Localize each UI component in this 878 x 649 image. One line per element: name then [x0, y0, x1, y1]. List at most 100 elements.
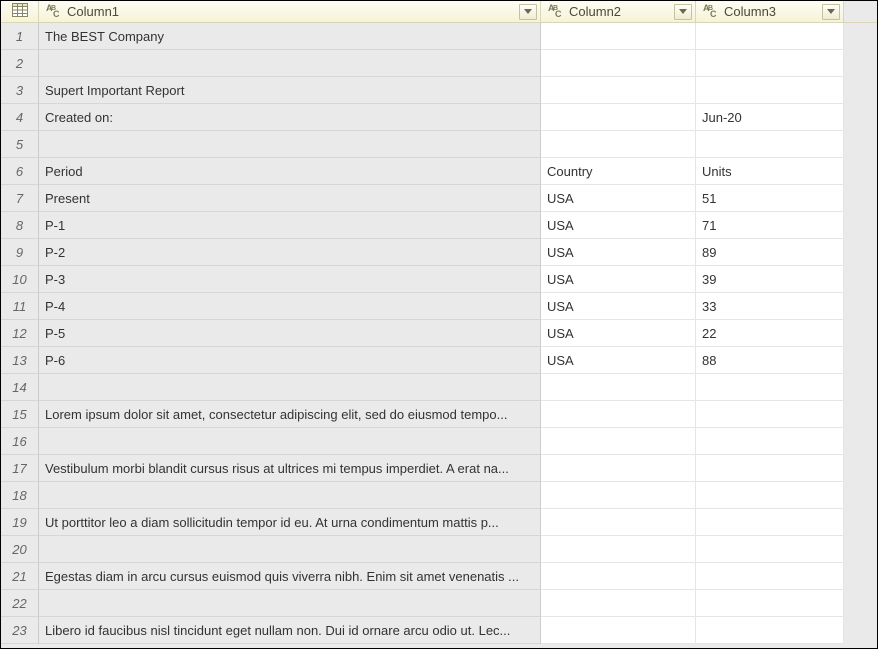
- cell-c2[interactable]: [541, 590, 696, 617]
- table-row[interactable]: 13P-6USA88: [1, 347, 877, 374]
- cell-c1[interactable]: P-5: [39, 320, 541, 347]
- cell-c2[interactable]: USA: [541, 185, 696, 212]
- cell-c2[interactable]: [541, 50, 696, 77]
- cell-c1[interactable]: The BEST Company: [39, 23, 541, 50]
- table-row[interactable]: 14: [1, 374, 877, 401]
- table-row[interactable]: 20: [1, 536, 877, 563]
- cell-c2[interactable]: [541, 23, 696, 50]
- row-number[interactable]: 22: [1, 590, 39, 617]
- table-row[interactable]: 8P-1USA71: [1, 212, 877, 239]
- cell-c2[interactable]: USA: [541, 293, 696, 320]
- cell-c1[interactable]: Lorem ipsum dolor sit amet, consectetur …: [39, 401, 541, 428]
- cell-c3[interactable]: [696, 617, 844, 644]
- cell-c1[interactable]: [39, 374, 541, 401]
- cell-c1[interactable]: P-6: [39, 347, 541, 374]
- cell-c3[interactable]: [696, 509, 844, 536]
- cell-c3[interactable]: 51: [696, 185, 844, 212]
- table-row[interactable]: 12P-5USA22: [1, 320, 877, 347]
- cell-c1[interactable]: [39, 482, 541, 509]
- cell-c3[interactable]: 71: [696, 212, 844, 239]
- cell-c2[interactable]: [541, 563, 696, 590]
- table-row[interactable]: 18: [1, 482, 877, 509]
- column-header-column3[interactable]: C Column3: [696, 1, 844, 22]
- cell-c1[interactable]: Supert Important Report: [39, 77, 541, 104]
- cell-c3[interactable]: [696, 77, 844, 104]
- row-number[interactable]: 23: [1, 617, 39, 644]
- cell-c1[interactable]: P-1: [39, 212, 541, 239]
- table-row[interactable]: 3Supert Important Report: [1, 77, 877, 104]
- row-number[interactable]: 7: [1, 185, 39, 212]
- select-all-corner[interactable]: [1, 1, 39, 22]
- cell-c1[interactable]: Period: [39, 158, 541, 185]
- cell-c2[interactable]: USA: [541, 239, 696, 266]
- cell-c3[interactable]: Units: [696, 158, 844, 185]
- column-header-column1[interactable]: C Column1: [39, 1, 541, 22]
- row-number[interactable]: 5: [1, 131, 39, 158]
- cell-c1[interactable]: [39, 590, 541, 617]
- cell-c1[interactable]: Present: [39, 185, 541, 212]
- row-number[interactable]: 15: [1, 401, 39, 428]
- cell-c2[interactable]: [541, 428, 696, 455]
- cell-c3[interactable]: [696, 590, 844, 617]
- cell-c2[interactable]: USA: [541, 266, 696, 293]
- cell-c1[interactable]: Created on:: [39, 104, 541, 131]
- column-header-column2[interactable]: C Column2: [541, 1, 696, 22]
- table-row[interactable]: 6PeriodCountryUnits: [1, 158, 877, 185]
- table-row[interactable]: 16: [1, 428, 877, 455]
- table-row[interactable]: 7PresentUSA51: [1, 185, 877, 212]
- cell-c2[interactable]: [541, 77, 696, 104]
- cell-c2[interactable]: [541, 617, 696, 644]
- table-row[interactable]: 2: [1, 50, 877, 77]
- row-number[interactable]: 18: [1, 482, 39, 509]
- row-number[interactable]: 8: [1, 212, 39, 239]
- cell-c2[interactable]: Country: [541, 158, 696, 185]
- row-number[interactable]: 19: [1, 509, 39, 536]
- table-row[interactable]: 1The BEST Company: [1, 23, 877, 50]
- cell-c3[interactable]: [696, 401, 844, 428]
- filter-dropdown-button[interactable]: [822, 4, 840, 20]
- cell-c1[interactable]: P-2: [39, 239, 541, 266]
- row-number[interactable]: 16: [1, 428, 39, 455]
- table-row[interactable]: 5: [1, 131, 877, 158]
- row-number[interactable]: 2: [1, 50, 39, 77]
- cell-c3[interactable]: [696, 131, 844, 158]
- table-row[interactable]: 21Egestas diam in arcu cursus euismod qu…: [1, 563, 877, 590]
- cell-c3[interactable]: [696, 455, 844, 482]
- cell-c3[interactable]: [696, 23, 844, 50]
- cell-c2[interactable]: USA: [541, 320, 696, 347]
- cell-c3[interactable]: [696, 482, 844, 509]
- table-row[interactable]: 17Vestibulum morbi blandit cursus risus …: [1, 455, 877, 482]
- cell-c3[interactable]: [696, 50, 844, 77]
- table-row[interactable]: 23Libero id faucibus nisl tincidunt eget…: [1, 617, 877, 644]
- row-number[interactable]: 11: [1, 293, 39, 320]
- filter-dropdown-button[interactable]: [519, 4, 537, 20]
- cell-c1[interactable]: Libero id faucibus nisl tincidunt eget n…: [39, 617, 541, 644]
- cell-c1[interactable]: [39, 131, 541, 158]
- table-row[interactable]: 19Ut porttitor leo a diam sollicitudin t…: [1, 509, 877, 536]
- cell-c3[interactable]: 22: [696, 320, 844, 347]
- cell-c2[interactable]: USA: [541, 212, 696, 239]
- row-number[interactable]: 17: [1, 455, 39, 482]
- cell-c3[interactable]: [696, 374, 844, 401]
- cell-c1[interactable]: P-3: [39, 266, 541, 293]
- cell-c2[interactable]: [541, 104, 696, 131]
- row-number[interactable]: 9: [1, 239, 39, 266]
- row-number[interactable]: 10: [1, 266, 39, 293]
- cell-c1[interactable]: Ut porttitor leo a diam sollicitudin tem…: [39, 509, 541, 536]
- row-number[interactable]: 21: [1, 563, 39, 590]
- cell-c3[interactable]: [696, 563, 844, 590]
- table-row[interactable]: 22: [1, 590, 877, 617]
- cell-c1[interactable]: [39, 536, 541, 563]
- cell-c2[interactable]: [541, 374, 696, 401]
- cell-c2[interactable]: [541, 536, 696, 563]
- cell-c3[interactable]: Jun-20: [696, 104, 844, 131]
- cell-c3[interactable]: 89: [696, 239, 844, 266]
- cell-c1[interactable]: Egestas diam in arcu cursus euismod quis…: [39, 563, 541, 590]
- cell-c2[interactable]: [541, 509, 696, 536]
- table-row[interactable]: 10P-3USA39: [1, 266, 877, 293]
- row-number[interactable]: 3: [1, 77, 39, 104]
- table-row[interactable]: 11P-4USA33: [1, 293, 877, 320]
- cell-c3[interactable]: [696, 536, 844, 563]
- cell-c2[interactable]: [541, 401, 696, 428]
- cell-c3[interactable]: 39: [696, 266, 844, 293]
